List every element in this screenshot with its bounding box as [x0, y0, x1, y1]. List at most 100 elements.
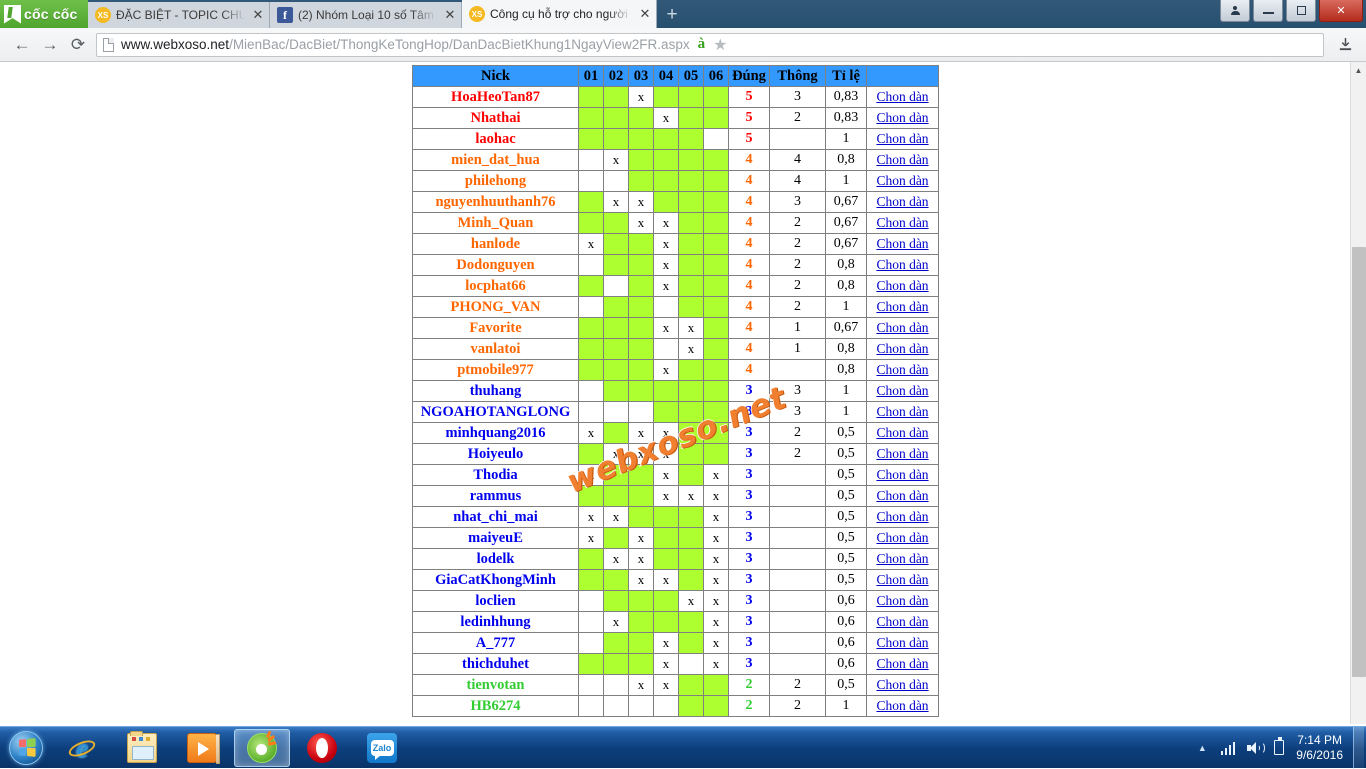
chon-dan-link[interactable]: Chon dàn — [876, 236, 928, 251]
forward-button[interactable]: → — [36, 32, 64, 58]
chon-dan-link[interactable]: Chon dàn — [876, 257, 928, 272]
tab-strip: cốc cốc XS ĐẶC BIỆT - TOPIC CHUYÊN ✕ f (… — [0, 0, 1366, 28]
table-row: Hoiyeulo x x x 3 2 0,5 Chon dàn — [412, 443, 939, 465]
chon-dan-link[interactable]: Chon dàn — [876, 404, 928, 419]
col-header-nick[interactable]: Nick — [412, 65, 579, 87]
back-button[interactable]: ← — [8, 32, 36, 58]
page-info-icon[interactable] — [103, 37, 114, 52]
tab-2[interactable]: f (2) Nhóm Loại 10 số Tâm H ✕ — [270, 2, 462, 28]
scroll-up-arrow-icon[interactable]: ▲ — [1351, 62, 1366, 79]
coccoc-brand-button[interactable]: cốc cốc — [0, 0, 88, 28]
chon-dan-link[interactable]: Chon dàn — [876, 278, 928, 293]
cell-day-01 — [578, 170, 604, 192]
chon-dan-link[interactable]: Chon dàn — [876, 215, 928, 230]
cell-day-03 — [628, 359, 654, 381]
cell-day-02 — [603, 653, 629, 675]
taskbar-item-windows-media-player[interactable] — [174, 729, 230, 767]
start-button[interactable] — [2, 729, 50, 767]
minimize-button[interactable] — [1253, 0, 1283, 22]
tab-3-close-icon[interactable]: ✕ — [638, 6, 652, 22]
col-header-tile[interactable]: Tỉ lệ — [825, 65, 867, 87]
tab-3-active[interactable]: XS Công cụ hỗ trợ cho người ✕ — [462, 0, 657, 28]
cell-dung: 5 — [728, 128, 770, 150]
page-scrollbar[interactable]: ▲ — [1350, 62, 1366, 724]
taskbar-item-opera[interactable] — [294, 729, 350, 767]
cell-day-01: x — [578, 233, 604, 255]
chon-dan-link[interactable]: Chon dàn — [876, 320, 928, 335]
maximize-button[interactable] — [1286, 0, 1316, 22]
chon-dan-link[interactable]: Chon dàn — [876, 467, 928, 482]
download-button[interactable] — [1330, 32, 1358, 58]
show-desktop-button[interactable] — [1353, 726, 1364, 769]
chon-dan-link[interactable]: Chon dàn — [876, 677, 928, 692]
chon-dan-link[interactable]: Chon dàn — [876, 635, 928, 650]
chon-dan-link[interactable]: Chon dàn — [876, 131, 928, 146]
chon-dan-link[interactable]: Chon dàn — [876, 446, 928, 461]
cell-dung: 3 — [728, 380, 770, 402]
user-profile-button[interactable] — [1220, 0, 1250, 22]
chon-dan-link[interactable]: Chon dàn — [876, 383, 928, 398]
chon-dan-link[interactable]: Chon dàn — [876, 530, 928, 545]
cell-day-06: x — [703, 464, 729, 486]
chon-dan-link[interactable]: Chon dàn — [876, 656, 928, 671]
chon-dan-link[interactable]: Chon dàn — [876, 425, 928, 440]
col-header-04[interactable]: 04 — [653, 65, 679, 87]
table-row: Nhathai x 5 2 0,83 Chon dàn — [412, 107, 939, 129]
cell-action: Chon dàn — [866, 233, 939, 255]
taskbar-clock[interactable]: 7:14 PM 9/6/2016 — [1290, 733, 1353, 763]
col-header-05[interactable]: 05 — [678, 65, 704, 87]
chon-dan-link[interactable]: Chon dàn — [876, 362, 928, 377]
chon-dan-link[interactable]: Chon dàn — [876, 572, 928, 587]
chon-dan-link[interactable]: Chon dàn — [876, 509, 928, 524]
battery-button[interactable] — [1268, 737, 1290, 755]
translate-icon[interactable]: à — [698, 36, 706, 53]
table-row: Minh_Quan x x 4 2 0,67 Chon dàn — [412, 212, 939, 234]
cell-day-03 — [628, 653, 654, 675]
taskbar-item-coccoc[interactable] — [234, 728, 290, 767]
address-bar[interactable]: www.webxoso.net/MienBac/DacBiet/ThongKeT… — [96, 32, 1324, 57]
reload-button[interactable]: ⟳ — [64, 32, 92, 58]
chon-dan-link[interactable]: Chon dàn — [876, 152, 928, 167]
tab-1-close-icon[interactable]: ✕ — [251, 7, 265, 23]
new-tab-button[interactable]: + — [657, 2, 687, 28]
col-header-dung[interactable]: Đúng — [728, 65, 770, 87]
chon-dan-link[interactable]: Chon dàn — [876, 341, 928, 356]
cell-nick: HoaHeoTan87 — [412, 86, 579, 108]
chon-dan-link[interactable]: Chon dàn — [876, 614, 928, 629]
chon-dan-link[interactable]: Chon dàn — [876, 110, 928, 125]
cell-day-02 — [603, 86, 629, 108]
cell-dung: 3 — [728, 422, 770, 444]
chon-dan-link[interactable]: Chon dàn — [876, 593, 928, 608]
chon-dan-link[interactable]: Chon dàn — [876, 488, 928, 503]
chon-dan-link[interactable]: Chon dàn — [876, 698, 928, 713]
scrollbar-thumb[interactable] — [1352, 247, 1366, 677]
close-window-button[interactable]: ✕ — [1319, 0, 1363, 22]
taskbar-item-internet-explorer[interactable]: e — [54, 729, 110, 767]
taskbar-item-zalo[interactable]: Zalo — [354, 729, 410, 767]
taskbar-item-file-explorer[interactable] — [114, 729, 170, 767]
chon-dan-link[interactable]: Chon dàn — [876, 89, 928, 104]
network-button[interactable] — [1215, 741, 1242, 755]
chon-dan-link[interactable]: Chon dàn — [876, 551, 928, 566]
col-header-03[interactable]: 03 — [628, 65, 654, 87]
col-header-thong[interactable]: Thông — [769, 65, 826, 87]
chon-dan-link[interactable]: Chon dàn — [876, 173, 928, 188]
cell-action: Chon dàn — [866, 359, 939, 381]
bookmark-star-icon[interactable]: ★ — [713, 35, 727, 55]
col-header-01[interactable]: 01 — [578, 65, 604, 87]
cell-tile: 0,8 — [825, 149, 867, 171]
xs-favicon-icon: XS — [95, 7, 111, 23]
cell-nick: thuhang — [412, 380, 579, 402]
cell-thong: 1 — [769, 317, 826, 339]
tab-2-close-icon[interactable]: ✕ — [443, 7, 457, 23]
col-header-06[interactable]: 06 — [703, 65, 729, 87]
volume-button[interactable] — [1241, 741, 1268, 755]
cell-day-04: x — [653, 317, 679, 339]
cell-day-01 — [578, 632, 604, 654]
page-viewport: Nick 01 02 03 04 05 06 Đúng Thông Tỉ lệ … — [0, 62, 1366, 724]
chon-dan-link[interactable]: Chon dàn — [876, 299, 928, 314]
chon-dan-link[interactable]: Chon dàn — [876, 194, 928, 209]
tab-1[interactable]: XS ĐẶC BIỆT - TOPIC CHUYÊN ✕ — [88, 2, 270, 28]
col-header-02[interactable]: 02 — [603, 65, 629, 87]
show-hidden-icons-button[interactable]: ▲ — [1190, 743, 1215, 753]
